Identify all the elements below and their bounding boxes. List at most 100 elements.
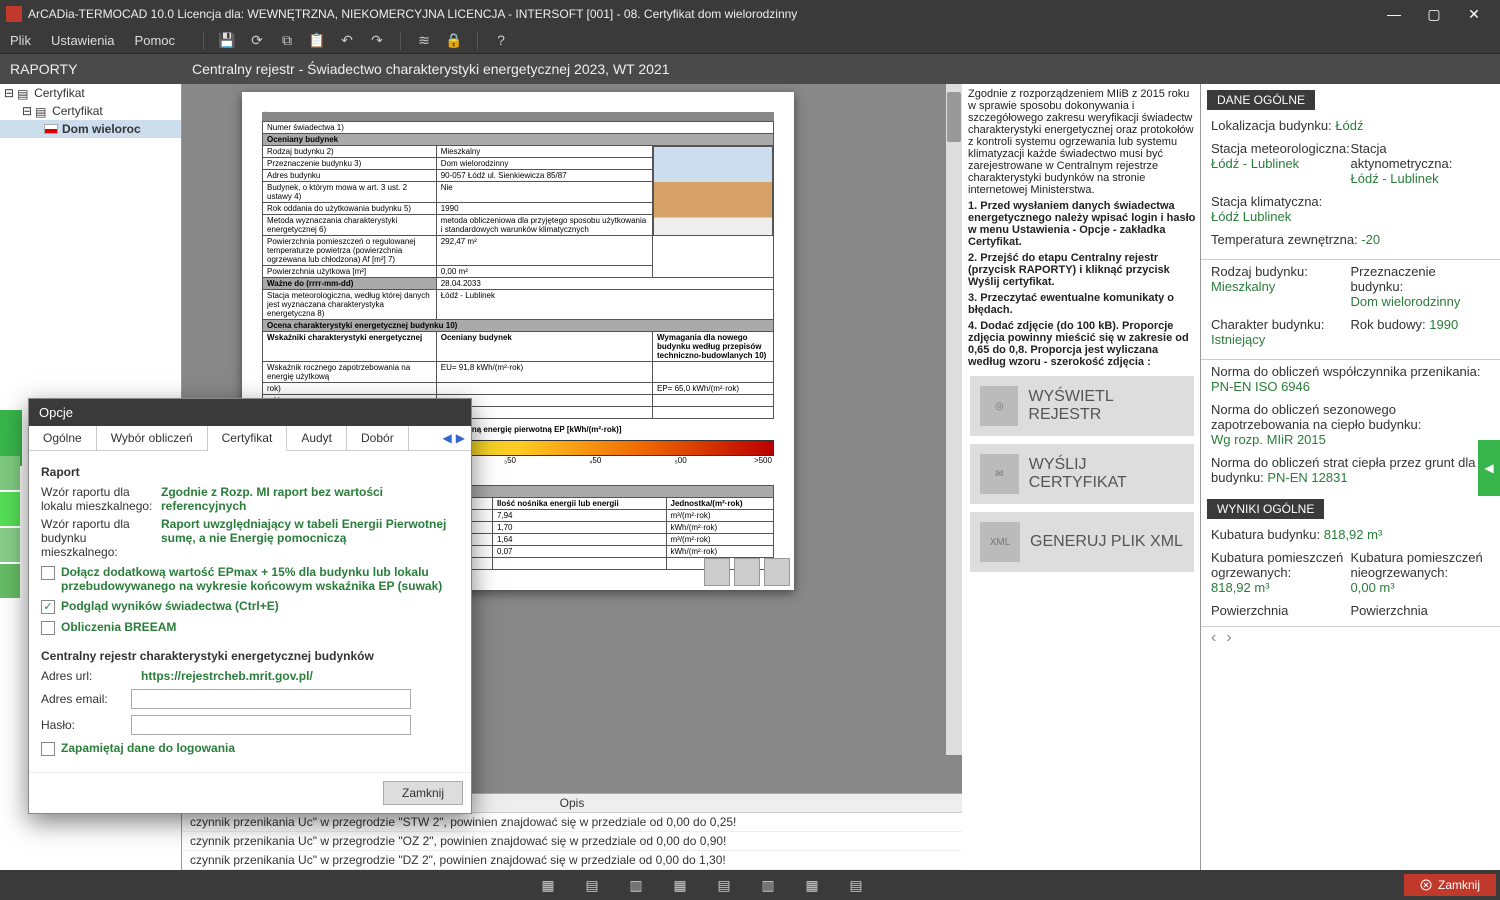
table-cell: kWh/(m²·rok) (666, 522, 774, 534)
tab-wybor-obliczen[interactable]: Wybór obliczeń (97, 426, 208, 450)
field-value[interactable]: Zgodnie z Rozp. MI raport bez wartości r… (161, 485, 459, 513)
row-label: Adres budynku (263, 170, 437, 182)
panel-next-icon[interactable]: › (1226, 629, 1231, 647)
edge-tab[interactable] (0, 420, 20, 454)
field-label: Adres url: (41, 669, 131, 683)
vertical-scrollbar[interactable] (946, 84, 962, 755)
field-value[interactable]: Dom wielorodzinny (1351, 294, 1491, 309)
field-value[interactable]: Raport uwzględniający w tabeli Energii P… (161, 517, 459, 545)
checkbox-label: Podgląd wyników świadectwa (Ctrl+E) (61, 599, 279, 613)
row-label: Stacja meteorologiczna, według której da… (263, 290, 437, 320)
status-icon[interactable]: ▥ (746, 870, 790, 900)
checkbox-breeam[interactable] (41, 621, 55, 635)
instr-step: 1. Przed wysłaniem danych świadectwa ene… (968, 200, 1195, 248)
status-icon[interactable]: ▥ (614, 870, 658, 900)
field-value[interactable]: 818,92 m³ (1324, 527, 1383, 542)
checkbox-label: Obliczenia BREEAM (61, 620, 176, 634)
layers-icon[interactable]: ≋ (415, 32, 433, 50)
tree-child[interactable]: ⊟ ▤ Certyfikat (0, 102, 181, 120)
status-icon[interactable]: ▦ (790, 870, 834, 900)
send-certificate-button[interactable]: ✉ WYŚLIJ CERTYFIKAT (970, 444, 1194, 504)
col-header: Jednostka/(m²·rok) (666, 498, 774, 510)
menu-ustawienia[interactable]: Ustawienia (51, 33, 115, 48)
right-arrow-tab[interactable]: ◀ (1478, 440, 1500, 496)
statusbar-close-button[interactable]: Zamknij (1404, 874, 1496, 896)
field-value[interactable]: Łódź - Lublinek (1211, 156, 1351, 171)
instr-step: 3. Przeczytać ewentualne komunikaty o bł… (968, 292, 1174, 316)
table-cell: 1,64 (492, 534, 666, 546)
tab-certyfikat[interactable]: Certyfikat (208, 426, 288, 451)
page-icon[interactable] (734, 558, 760, 586)
tab-dobor[interactable]: Dobór (347, 426, 409, 450)
field-label: Kubatura pomieszczeń ogrzewanych: (1211, 550, 1351, 580)
status-icon[interactable]: ▦ (526, 870, 570, 900)
field-value[interactable]: Łódź - Lublinek (1351, 171, 1491, 186)
status-icon[interactable]: ▤ (834, 870, 878, 900)
scroll-thumb[interactable] (947, 92, 961, 142)
dialog-close-button[interactable]: Zamknij (383, 781, 463, 805)
maximize-button[interactable]: ▢ (1414, 0, 1454, 28)
doc-numer: Numer świadectwa 1) (263, 122, 774, 134)
field-value[interactable]: -20 (1361, 232, 1380, 247)
close-icon (1420, 879, 1432, 891)
checkbox-epmax[interactable] (41, 566, 55, 580)
undo-icon[interactable]: ↶ (338, 32, 356, 50)
data-panel: DANE OGÓLNE Lokalizacja budynku: Łódź St… (1200, 84, 1500, 870)
edge-tab[interactable] (0, 456, 20, 490)
page-icon[interactable] (764, 558, 790, 586)
menu-plik[interactable]: Plik (10, 33, 31, 48)
status-icon[interactable]: ▦ (658, 870, 702, 900)
minimize-button[interactable]: — (1374, 0, 1414, 28)
edge-tab[interactable] (0, 528, 20, 562)
doc-icon: ▤ (17, 87, 31, 99)
field-value[interactable]: 0,00 m³ (1351, 580, 1491, 595)
tree-root[interactable]: ⊟ ▤ Certyfikat (0, 84, 181, 102)
checkbox-label: Zapamiętaj dane do logowania (61, 741, 235, 755)
row-value: metoda obliczeniowa dla przyjętego sposo… (436, 215, 652, 236)
email-input[interactable] (131, 689, 411, 709)
field-value[interactable]: Mieszkalny (1211, 279, 1351, 294)
status-icon[interactable]: ▤ (702, 870, 746, 900)
panel-prev-icon[interactable]: ‹ (1211, 629, 1216, 647)
field-value[interactable]: 1990 (1429, 317, 1458, 332)
edge-tab[interactable] (0, 564, 20, 598)
collapse-icon[interactable]: ⊟ (22, 104, 32, 118)
section-raport: Raport (41, 465, 459, 479)
field-value[interactable]: Wg rozp. MIiR 2015 (1211, 432, 1490, 447)
password-input[interactable] (131, 715, 411, 735)
lock-icon[interactable]: 🔒 (445, 32, 463, 50)
copy-icon[interactable]: ⧉ (278, 32, 296, 50)
paste-icon[interactable]: 📋 (308, 32, 326, 50)
checkbox-preview[interactable] (41, 600, 55, 614)
save-icon[interactable]: 💾 (218, 32, 236, 50)
edge-tab[interactable] (0, 492, 20, 526)
refresh-icon[interactable]: ⟳ (248, 32, 266, 50)
field-value[interactable]: Łódź Lublinek (1211, 209, 1490, 224)
opis-row: czynnik przenikania Uc" w przegrodzie "O… (182, 832, 962, 851)
status-icon[interactable]: ▤ (570, 870, 614, 900)
field-value[interactable]: Istniejący (1211, 332, 1351, 347)
field-value[interactable]: PN-EN 12831 (1267, 470, 1347, 485)
subheader-title: Centralny rejestr - Świadectwo charakter… (182, 61, 1500, 77)
help-icon[interactable]: ? (492, 32, 510, 50)
field-value[interactable]: 818,92 m³ (1211, 580, 1351, 595)
show-registry-button[interactable]: ◎ WYŚWIETL REJESTR (970, 376, 1194, 436)
tab-ogolne[interactable]: Ogólne (29, 426, 97, 450)
tab-scroll-left-icon[interactable]: ◀ (443, 431, 452, 445)
collapse-icon[interactable]: ⊟ (4, 86, 14, 100)
field-value[interactable]: Łódź (1335, 118, 1363, 133)
tab-scroll-right-icon[interactable]: ▶ (456, 431, 465, 445)
field-value[interactable]: PN-EN ISO 6946 (1211, 379, 1310, 394)
tab-audyt[interactable]: Audyt (287, 426, 347, 450)
checkbox-remember[interactable] (41, 742, 55, 756)
menu-pomoc[interactable]: Pomoc (135, 33, 175, 48)
redo-icon[interactable]: ↷ (368, 32, 386, 50)
url-value[interactable]: https://rejestrcheb.mrit.gov.pl/ (141, 669, 313, 683)
tree-leaf[interactable]: Dom wieloroc (0, 120, 181, 138)
page-icon[interactable] (704, 558, 730, 586)
generate-xml-button[interactable]: XML GENERUJ PLIK XML (970, 512, 1194, 572)
row-label: Powierzchnia użytkowa [m²] (263, 266, 437, 278)
window-title: ArCADia-TERMOCAD 10.0 Licencja dla: WEWN… (28, 7, 1374, 21)
close-window-button[interactable]: ✕ (1454, 0, 1494, 28)
field-label: Kubatura pomieszczeń nieogrzewanych: (1351, 550, 1491, 580)
